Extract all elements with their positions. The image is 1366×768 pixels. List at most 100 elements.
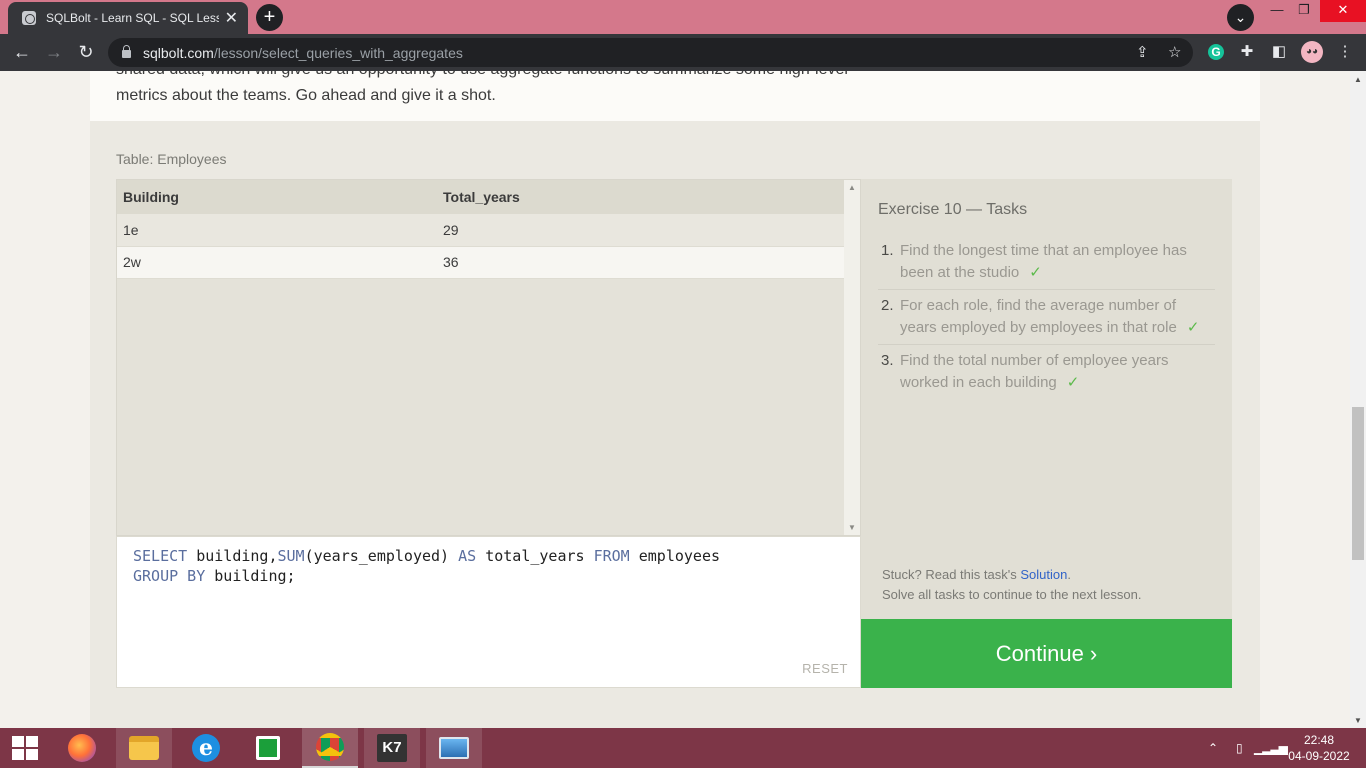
task-text-wrap: Find the longest time that an employee h…: [900, 240, 1215, 284]
table-cell: 29: [437, 214, 844, 247]
clock-date: 04-09-2022: [1288, 749, 1350, 763]
clock-time: 22:48: [1303, 733, 1335, 747]
tab-close-icon[interactable]: ✕: [225, 8, 238, 28]
side-panel-icon[interactable]: ◧: [1268, 41, 1290, 63]
checkmark-icon: ✓: [1186, 319, 1200, 336]
url-path: /lesson/select_queries_with_aggregates: [213, 44, 463, 61]
windows-start-icon[interactable]: [12, 736, 38, 760]
database-favicon-icon: [22, 11, 36, 25]
battery-icon[interactable]: ▯: [1236, 728, 1243, 768]
task-number: 2.: [881, 297, 894, 314]
column-header-building: Building: [117, 180, 437, 214]
k7-antivirus-icon[interactable]: K7: [364, 728, 420, 768]
sql-keyword: SUM: [277, 547, 305, 565]
back-arrow-icon[interactable]: ←: [10, 40, 34, 64]
task-text-wrap: For each role, find the average number o…: [900, 295, 1215, 339]
solution-link[interactable]: Solution: [1020, 567, 1067, 582]
reload-icon[interactable]: ↻: [74, 40, 98, 64]
task-text: For each role, find the average number o…: [900, 297, 1177, 336]
page-scroll-thumb[interactable]: [1352, 407, 1364, 560]
help-line-2: Solve all tasks to continue to the next …: [882, 587, 1142, 602]
table-cell: 1e: [117, 214, 437, 247]
tasks-heading: Exercise 10 — Tasks: [878, 201, 1028, 218]
system-clock[interactable]: 22:48 04-09-2022: [1284, 732, 1354, 764]
sql-editor[interactable]: SELECT building,SUM(years_employed) AS t…: [116, 536, 861, 688]
browser-toolbar: ← → ↻ sqlbolt.com/lesson/select_queries_…: [0, 34, 1366, 71]
sql-text: (years_employed): [304, 547, 459, 565]
profile-avatar[interactable]: ◕◕: [1301, 41, 1323, 63]
table-cell: 2w: [117, 246, 437, 279]
tab-search-chevron-icon[interactable]: ⌄: [1227, 4, 1254, 31]
bookmark-star-icon[interactable]: ☆: [1168, 38, 1181, 67]
lock-icon: [122, 45, 131, 58]
menu-kebab-icon[interactable]: ⋮: [1334, 41, 1356, 63]
scroll-down-arrow-icon[interactable]: ▼: [848, 523, 856, 532]
sql-keyword: GROUP BY: [133, 567, 206, 585]
help-prefix: Stuck? Read this task's: [882, 567, 1021, 582]
lesson-intro: shared data, which will give us an oppor…: [116, 71, 916, 109]
minimize-button[interactable]: —: [1262, 0, 1292, 22]
microsoft-store-icon[interactable]: [240, 728, 296, 768]
lesson-intro-line: metrics about the teams. Go ahead and gi…: [116, 87, 496, 104]
grammarly-icon[interactable]: G: [1208, 44, 1224, 60]
sql-text: building,: [187, 547, 278, 565]
column-header-total-years: Total_years: [437, 180, 844, 214]
task-number: 1.: [881, 242, 894, 259]
table-label: Table: Employees: [116, 151, 227, 167]
tasks-panel: Exercise 10 — Tasks 1. Find the longest …: [861, 179, 1232, 619]
checkmark-icon: ✓: [1029, 264, 1042, 281]
windows-taskbar: e K7 ⌃ ▯ ▁▂▃▅ 22:48 04-09-2022: [0, 728, 1366, 768]
task-item: 2. For each role, find the average numbe…: [878, 290, 1215, 345]
help-line-1: Stuck? Read this task's Solution.: [882, 565, 1141, 585]
sql-line-2: GROUP BY building;: [133, 566, 844, 586]
page-scrollbar[interactable]: ▲ ▼: [1350, 71, 1366, 728]
sql-keyword: FROM: [593, 547, 630, 565]
internet-explorer-icon[interactable]: e: [178, 728, 234, 768]
sql-text: employees: [629, 547, 721, 565]
sql-text: total_years: [476, 547, 594, 565]
help-text: Stuck? Read this task's Solution. Solve …: [882, 565, 1141, 605]
table-row: 2w 36: [117, 246, 844, 279]
help-suffix: .: [1067, 567, 1071, 582]
photos-icon[interactable]: [426, 728, 482, 768]
window-close-button[interactable]: ✕: [1320, 0, 1366, 22]
task-text: Find the longest time that an employee h…: [900, 242, 1187, 281]
restore-button[interactable]: ❐: [1289, 0, 1319, 22]
page-scroll-up-icon[interactable]: ▲: [1354, 75, 1362, 84]
url-host: sqlbolt.com: [143, 44, 214, 61]
sql-line-1: SELECT building,SUM(years_employed) AS t…: [133, 546, 844, 566]
task-text-wrap: Find the total number of employee years …: [900, 350, 1215, 394]
page-viewport: shared data, which will give us an oppor…: [0, 71, 1350, 728]
reset-button[interactable]: RESET: [802, 659, 848, 679]
task-number: 3.: [881, 352, 894, 369]
continue-button[interactable]: Continue ›: [861, 619, 1232, 688]
results-table-container[interactable]: Building Total_years 1e 29 2w 36 ▲ ▼: [116, 179, 861, 536]
page-scroll-down-icon[interactable]: ▼: [1354, 716, 1362, 725]
results-scrollbar[interactable]: ▲ ▼: [844, 180, 860, 535]
sql-keyword: SELECT: [133, 547, 188, 565]
browser-tab-strip: SQLBolt - Learn SQL - SQL Lesson ✕ + ⌄ —…: [0, 0, 1366, 34]
address-bar[interactable]: sqlbolt.com/lesson/select_queries_with_a…: [108, 38, 1193, 67]
browser-tab[interactable]: SQLBolt - Learn SQL - SQL Lesson ✕: [8, 2, 248, 34]
table-header-row: Building Total_years: [117, 180, 844, 214]
task-text: Find the total number of employee years …: [900, 352, 1169, 391]
extensions-puzzle-icon[interactable]: ✚: [1236, 41, 1258, 63]
firefox-icon[interactable]: [54, 728, 110, 768]
task-list: 1. Find the longest time that an employe…: [878, 235, 1215, 399]
task-item: 1. Find the longest time that an employe…: [878, 235, 1215, 290]
new-tab-button[interactable]: +: [256, 4, 283, 31]
tray-overflow-chevron-icon[interactable]: ⌃: [1208, 728, 1218, 768]
table-cell: 36: [437, 246, 844, 279]
sql-text: building;: [205, 567, 296, 585]
forward-arrow-icon[interactable]: →: [42, 40, 66, 64]
table-row: 1e 29: [117, 214, 844, 247]
task-item: 3. Find the total number of employee yea…: [878, 345, 1215, 399]
lesson-intro-clipped-line: shared data, which will give us an oppor…: [116, 71, 916, 83]
scroll-up-arrow-icon[interactable]: ▲: [848, 183, 856, 192]
sql-keyword: AS: [458, 547, 477, 565]
share-icon[interactable]: ⇪: [1136, 38, 1149, 67]
network-signal-icon[interactable]: ▁▂▃▅: [1254, 728, 1288, 768]
chrome-icon[interactable]: [302, 728, 358, 768]
file-explorer-icon[interactable]: [116, 728, 172, 768]
checkmark-icon: ✓: [1066, 374, 1080, 391]
